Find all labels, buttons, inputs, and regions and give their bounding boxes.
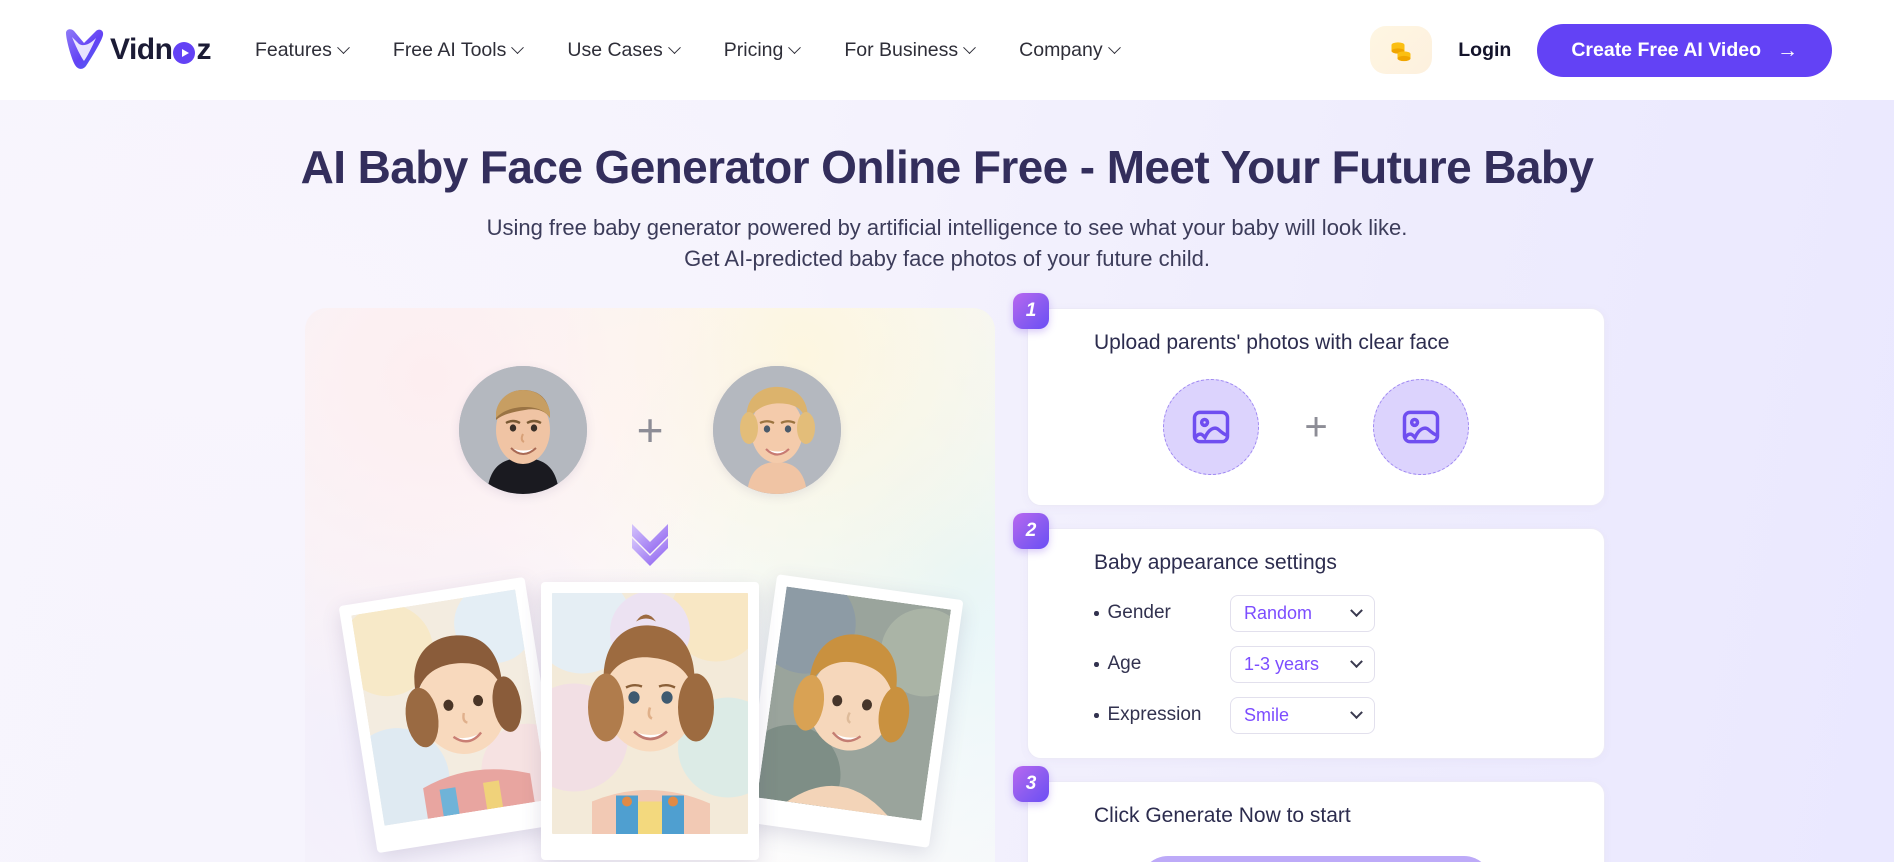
step-card-upload: 1 Upload parents' photos with clear face… <box>1013 292 1605 506</box>
expression-select[interactable]: Smile <box>1230 696 1375 734</box>
page-root: Vidn z Features Free AI Tools Use Cases … <box>0 0 1894 862</box>
nav-item-company[interactable]: Company <box>1019 38 1121 62</box>
upload-parent-two-button[interactable] <box>1372 378 1469 475</box>
chevron-down-icon <box>788 40 802 54</box>
vidnoz-logo[interactable]: Vidn z <box>62 27 211 73</box>
bullet-icon <box>1094 611 1099 616</box>
main-nav: Features Free AI Tools Use Cases Pricing… <box>254 38 1121 62</box>
nav-label: Use Cases <box>567 38 663 61</box>
baby-photo-right <box>742 574 964 848</box>
step-card-settings: 2 Baby appearance settings Gender Random <box>1013 512 1605 759</box>
upload-plus-symbol: + <box>1304 404 1328 449</box>
baby-results-photos <box>305 574 995 862</box>
logo-text-b: z <box>196 33 211 66</box>
upload-parent-one-button[interactable] <box>1163 378 1260 475</box>
nav-item-for-business[interactable]: For Business <box>844 38 977 62</box>
parent-photo-father <box>458 365 587 494</box>
setting-row-expression: Expression Smile <box>1094 696 1604 734</box>
nav-label: Pricing <box>723 38 784 61</box>
header-actions: Login Create Free AI Video → <box>1370 23 1832 77</box>
setting-label-gender-wrap: Gender <box>1094 602 1230 624</box>
father-portrait-illustration <box>458 365 587 494</box>
mother-portrait-illustration <box>713 365 842 494</box>
site-header: Vidn z Features Free AI Tools Use Cases … <box>0 0 1894 100</box>
login-button[interactable]: Login <box>1458 39 1511 62</box>
baby-photo-center <box>541 581 759 860</box>
cta-label: Create Free AI Video <box>1571 38 1761 61</box>
page-subtitle: Using free baby generator powered by art… <box>0 212 1894 274</box>
hero-section: AI Baby Face Generator Online Free - Mee… <box>0 100 1894 862</box>
chevron-down-icon <box>1350 655 1363 669</box>
preview-panel: + <box>305 307 995 862</box>
logo-play-icon <box>173 42 196 64</box>
expression-value: Smile <box>1244 704 1290 725</box>
page-title: AI Baby Face Generator Online Free - Mee… <box>300 141 1594 193</box>
age-select[interactable]: 1-3 years <box>1230 645 1375 683</box>
gender-select[interactable]: Random <box>1230 594 1375 632</box>
chevron-down-icon <box>337 40 350 54</box>
setting-label-gender: Gender <box>1107 602 1171 624</box>
baby-illustration-right <box>757 586 952 821</box>
logo-text-a: Vidn <box>110 33 173 66</box>
chevron-arrows <box>632 523 668 566</box>
image-upload-icon <box>1193 410 1230 444</box>
chevron-down-icon <box>963 40 977 54</box>
generate-now-button[interactable] <box>1140 855 1492 862</box>
parents-plus-symbol: + <box>636 403 664 456</box>
setting-label-expression: Expression <box>1107 704 1202 726</box>
baby-illustration-center <box>552 592 748 834</box>
step-title-3: Click Generate Now to start <box>1094 803 1351 827</box>
parent-photo-mother <box>713 365 842 494</box>
setting-label-expression-wrap: Expression <box>1094 704 1230 726</box>
chevron-down-icon <box>667 40 681 54</box>
baby-photo-left <box>338 576 564 854</box>
nav-item-free-ai-tools[interactable]: Free AI Tools <box>392 38 525 62</box>
step-card-generate: 3 Click Generate Now to start <box>1013 765 1605 862</box>
nav-item-use-cases[interactable]: Use Cases <box>567 38 681 62</box>
upload-row: + <box>1028 355 1604 505</box>
step-title-2: Baby appearance settings <box>1094 550 1337 574</box>
nav-label: Free AI Tools <box>392 38 507 61</box>
age-value: 1-3 years <box>1244 653 1320 674</box>
create-free-ai-video-button[interactable]: Create Free AI Video → <box>1537 23 1832 77</box>
nav-item-pricing[interactable]: Pricing <box>723 38 802 62</box>
gender-value: Random <box>1244 602 1313 623</box>
nav-label: For Business <box>844 38 959 61</box>
chevron-down-icon <box>1350 706 1363 720</box>
nav-label: Company <box>1019 38 1103 61</box>
parents-row: + <box>305 308 995 494</box>
steps-panel: 1 Upload parents' photos with clear face… <box>1013 292 1605 862</box>
subtitle-line-1: Using free baby generator powered by art… <box>486 214 1408 240</box>
step-badge-3: 3 <box>1013 765 1049 802</box>
chevron-down-icon <box>1350 604 1363 618</box>
hero-body: + 1 Upload parents' photos with clear fa… <box>0 292 1894 862</box>
generate-button-wrap <box>1028 828 1604 862</box>
setting-row-gender: Gender Random <box>1094 594 1604 632</box>
step-badge-2: 2 <box>1013 512 1049 549</box>
settings-list: Gender Random Age 1-3 years Expression S… <box>1028 575 1604 758</box>
bullet-icon <box>1094 662 1099 667</box>
logo-mark-icon <box>66 29 104 69</box>
step-title-1: Upload parents' photos with clear face <box>1094 330 1450 354</box>
setting-row-age: Age 1-3 years <box>1094 645 1604 683</box>
baby-illustration-left <box>351 589 549 826</box>
bullet-icon <box>1094 713 1099 718</box>
setting-label-age: Age <box>1107 653 1142 675</box>
setting-label-age-wrap: Age <box>1094 653 1230 675</box>
coins-button[interactable] <box>1370 26 1433 74</box>
chevron-down-icon <box>1107 40 1121 54</box>
logo-wordmark: Vidn z <box>110 33 211 67</box>
arrow-right-icon: → <box>1777 38 1798 62</box>
nav-item-features[interactable]: Features <box>254 38 350 62</box>
step-badge-1: 1 <box>1013 292 1049 329</box>
double-chevron-down-icon <box>305 516 995 568</box>
coin-stack-icon <box>1391 42 1411 62</box>
subtitle-line-2: Get AI-predicted baby face photos of you… <box>684 245 1210 271</box>
nav-label: Features <box>254 38 332 61</box>
chevron-down-icon <box>511 40 525 54</box>
image-upload-icon <box>1402 410 1439 444</box>
